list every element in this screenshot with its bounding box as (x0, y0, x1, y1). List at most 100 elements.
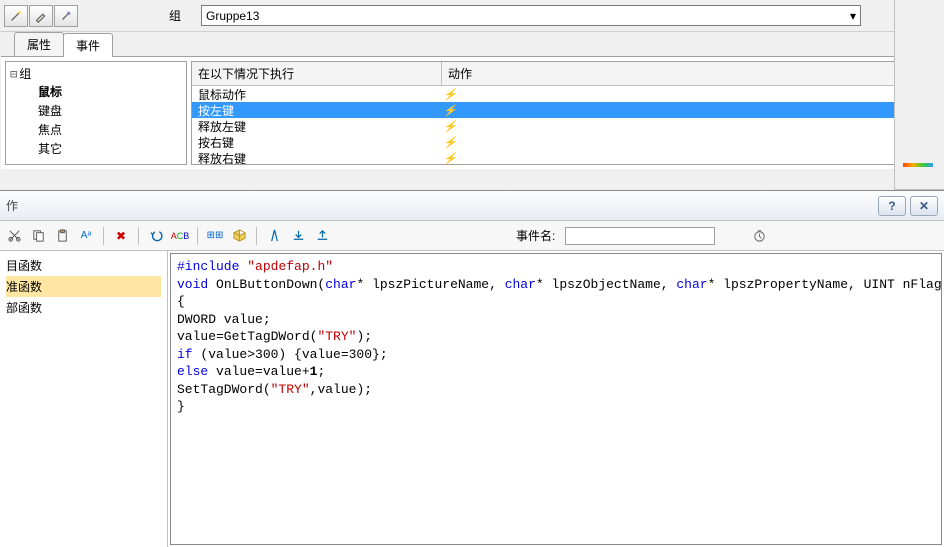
group-dropdown-value: Gruppe13 (206, 9, 259, 23)
timer-button[interactable] (749, 226, 769, 246)
syntax-color-button[interactable]: ACB (170, 226, 190, 246)
lightning-icon: ⚡ (443, 120, 457, 133)
col-header-action[interactable]: 动作 (442, 62, 938, 85)
close-icon: ✕ (919, 199, 929, 213)
tree-item-keyboard[interactable]: 键盘 (38, 101, 182, 120)
divider (256, 227, 257, 245)
code-token: "TRY" (317, 329, 356, 344)
code-token: char (325, 277, 356, 292)
code-token: * lpszPropertyName, UINT nFlags, (708, 277, 942, 292)
func-item[interactable]: 目函数 (6, 255, 161, 276)
code-token: value=GetTagDWord( (177, 329, 317, 344)
function-list: 目函数 准函数 部函数 (0, 251, 168, 547)
toolbar-btn-3[interactable] (54, 5, 78, 27)
code-token: void (177, 277, 208, 292)
compass-button[interactable] (264, 226, 284, 246)
divider (103, 227, 104, 245)
toolbar-btn-1[interactable] (4, 5, 28, 27)
code-token: value=value+ (208, 364, 309, 379)
event-row[interactable]: 鼠标动作 ⚡ (192, 86, 938, 102)
lightning-icon: ⚡ (443, 136, 457, 149)
divider (138, 227, 139, 245)
code-token: if (177, 347, 193, 362)
lightning-icon: ⚡ (443, 152, 457, 165)
code-token: ); (356, 329, 372, 344)
code-token: else (177, 364, 208, 379)
func-item[interactable]: 准函数 (6, 276, 161, 297)
event-cell-act: ⚡ (442, 104, 458, 117)
event-cell-act: ⚡ (442, 120, 458, 133)
editor-titlebar: 作 ? ✕ (0, 191, 944, 221)
event-cell-cond: 释放右键 (192, 150, 442, 166)
tree-pane: ⊟组 鼠标 键盘 焦点 其它 (5, 61, 187, 165)
code-token: SetTagDWord( (177, 382, 271, 397)
code-token: "TRY" (271, 382, 310, 397)
code-editor[interactable]: #include "apdefap.h" void OnLButtonDown(… (170, 253, 942, 545)
code-token: } (177, 399, 185, 414)
group-label: 组 (169, 7, 181, 24)
export-icon (315, 228, 330, 243)
cut-button[interactable] (4, 226, 24, 246)
undo-icon (149, 228, 164, 243)
event-row[interactable]: 按右键 ⚡ (192, 134, 938, 150)
right-side-panel (894, 0, 944, 190)
tree-root-item[interactable]: ⊟组 鼠标 键盘 焦点 其它 (10, 64, 182, 159)
bookmark-icon: ⊞⊞ (207, 230, 224, 241)
event-name-input[interactable] (565, 227, 715, 245)
func-item[interactable]: 部函数 (6, 297, 161, 318)
event-row[interactable]: 按左键 ⚡ (192, 102, 938, 118)
export-button[interactable] (312, 226, 332, 246)
tab-events[interactable]: 事件 (63, 33, 113, 57)
undo-button[interactable] (146, 226, 166, 246)
event-cell-act: ⚡ (442, 136, 458, 149)
abc-icon: ACB (171, 231, 190, 241)
color-palette-icon (903, 163, 933, 167)
magic-wand-icon (9, 9, 23, 23)
event-cell-cond: 鼠标动作 (192, 86, 442, 103)
editor-title: 作 (6, 197, 18, 214)
group-dropdown[interactable]: Gruppe13 ▾ (201, 5, 861, 26)
tree-item-mouse[interactable]: 鼠标 (38, 82, 182, 101)
code-token: ,value); (310, 382, 372, 397)
import-button[interactable] (288, 226, 308, 246)
paste-icon (55, 228, 70, 243)
lightning-icon: ⚡ (443, 88, 457, 101)
help-button[interactable]: ? (878, 196, 906, 216)
copy-button[interactable] (28, 226, 48, 246)
paste-button[interactable] (52, 226, 72, 246)
event-row[interactable]: 释放右键 ⚡ (192, 150, 938, 165)
divider (197, 227, 198, 245)
code-token: ; (317, 364, 325, 379)
tab-properties[interactable]: 属性 (14, 32, 64, 56)
language-button[interactable]: Aᵃ (76, 226, 96, 246)
close-button[interactable]: ✕ (910, 196, 938, 216)
col-header-condition[interactable]: 在以下情况下执行 (192, 62, 442, 85)
code-token: #include (177, 259, 239, 274)
code-token: OnLButtonDown( (208, 277, 325, 292)
eyedropper-icon (59, 9, 73, 23)
bookmark-button[interactable]: ⊞⊞ (205, 226, 225, 246)
code-token: (value>300) {value=300}; (193, 347, 388, 362)
event-row[interactable]: 释放左键 ⚡ (192, 118, 938, 134)
tree-item-focus[interactable]: 焦点 (38, 120, 182, 139)
editor-body: 目函数 准函数 部函数 #include "apdefap.h" void On… (0, 251, 944, 547)
event-name-label: 事件名: (516, 227, 555, 244)
chevron-down-icon: ▾ (840, 9, 856, 23)
code-token: "apdefap.h" (247, 259, 333, 274)
compile-button[interactable] (229, 226, 249, 246)
language-icon: Aᵃ (81, 230, 91, 241)
tree-item-other[interactable]: 其它 (38, 139, 182, 158)
lightning-icon: ⚡ (443, 104, 457, 117)
script-editor-window: 作 ? ✕ Aᵃ ✖ ACB ⊞⊞ 事件名: 目函数 准函数 部函数 #incl… (0, 190, 944, 547)
delete-button[interactable]: ✖ (111, 226, 131, 246)
clock-icon (752, 228, 767, 243)
code-token: * lpszObjectName, (536, 277, 676, 292)
code-token: { (177, 294, 185, 309)
event-cell-cond: 按左键 (192, 102, 442, 119)
event-cell-act: ⚡ (442, 152, 458, 165)
scissors-icon (7, 228, 22, 243)
code-token: * lpszPictureName, (356, 277, 504, 292)
code-token: char (676, 277, 707, 292)
toolbar-btn-2[interactable] (29, 5, 53, 27)
tree-collapse-icon: ⊟ (10, 67, 17, 81)
